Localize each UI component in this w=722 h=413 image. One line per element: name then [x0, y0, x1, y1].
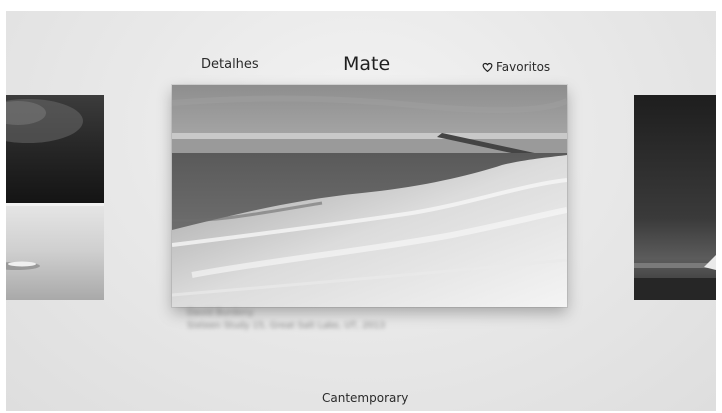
heart-outline-icon	[482, 62, 493, 72]
artist-name: David Burdeny	[187, 308, 254, 318]
category-label[interactable]: Cantemporary	[322, 391, 408, 405]
favorites-button[interactable]: Favoritos	[482, 60, 550, 74]
collection-title: Mate	[343, 53, 391, 75]
favorites-label: Favoritos	[496, 60, 551, 74]
details-button[interactable]: Detalhes	[201, 57, 259, 72]
artwork-info: David Burdeny Sixteen Study 15, Great Sa…	[187, 308, 385, 331]
art-store-screen: Detalhes Mate Favoritos David Burdeny Si…	[6, 11, 716, 411]
artwork-caption: Sixteen Study 15, Great Salt Lake, UT, 2…	[187, 321, 386, 331]
previous-artwork-thumbnail[interactable]	[6, 95, 104, 300]
featured-artwork[interactable]	[172, 85, 567, 307]
next-artwork-thumbnail[interactable]	[634, 95, 716, 300]
